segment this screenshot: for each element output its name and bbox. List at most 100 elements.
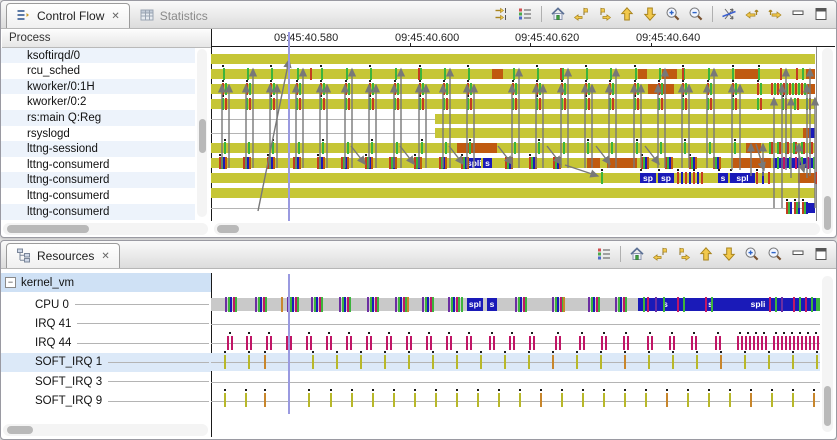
event-dot <box>248 332 250 334</box>
irq-tick <box>533 336 535 350</box>
scrollbar-thumb[interactable] <box>824 386 831 426</box>
state-segment[interactable]: spl <box>467 298 483 311</box>
tree-row[interactable]: SOFT_IRQ 3 <box>1 372 211 391</box>
irq-tick <box>737 336 739 350</box>
tree-row[interactable]: SOFT_IRQ 9 <box>1 392 211 411</box>
irq-tick <box>761 336 763 350</box>
tree-row[interactable]: SOFT_IRQ 1 <box>1 352 211 372</box>
irq-tick <box>749 336 751 350</box>
process-column-header[interactable]: Process <box>2 30 212 48</box>
softirq-tick <box>330 393 332 407</box>
tab-resources[interactable]: Resources ✕ <box>6 243 120 268</box>
tree-label: CPU 0 <box>35 298 69 311</box>
process-row[interactable]: rs:main Q:Reg <box>1 109 195 126</box>
process-list-hscrollbar[interactable] <box>3 223 208 235</box>
softirq-tick <box>504 355 506 369</box>
time-cursor[interactable] <box>288 274 290 414</box>
event-dot <box>576 351 578 353</box>
event-dot <box>468 332 470 334</box>
state-segment[interactable] <box>816 298 820 311</box>
event-dot <box>708 389 710 391</box>
process-row[interactable]: lttng-consumerd <box>1 187 195 204</box>
irq-tick <box>647 336 649 350</box>
softirq-tick <box>603 393 605 407</box>
irq-tick <box>785 336 787 350</box>
row-dash <box>74 304 209 305</box>
event-dot <box>755 332 757 334</box>
irq-tick <box>466 336 468 350</box>
event-dot <box>807 332 809 334</box>
event-dot <box>645 389 647 391</box>
event-tick <box>377 297 379 312</box>
row-dash <box>108 381 209 383</box>
process-row[interactable]: lttng-consumerd <box>1 203 195 220</box>
event-tick <box>407 297 409 312</box>
softirq-tick <box>408 355 410 369</box>
irq-tick <box>390 336 392 350</box>
close-icon[interactable]: ✕ <box>101 251 109 262</box>
tree-label: kernel_vm <box>21 276 75 289</box>
resources-icon <box>16 247 32 266</box>
scrollbar-thumb[interactable] <box>7 225 89 233</box>
collapse-icon[interactable]: − <box>5 277 16 288</box>
process-row[interactable]: ksoftirqd/0 <box>1 47 195 64</box>
process-row[interactable]: rcu_sched <box>1 63 195 80</box>
event-dot <box>603 389 605 391</box>
event-tick <box>281 297 283 312</box>
resources-chart[interactable]: splsssspli <box>211 0 837 440</box>
event-dot <box>531 332 533 334</box>
irq-tick <box>470 336 472 350</box>
irq-tick <box>493 336 495 350</box>
event-dot <box>768 351 770 353</box>
scrollbar-thumb[interactable] <box>198 119 206 153</box>
irq-tick <box>669 336 671 350</box>
process-row[interactable]: kworker/0:2 <box>1 94 195 111</box>
softirq-tick <box>248 355 250 369</box>
softirq-tick <box>813 393 815 407</box>
resources-hscrollbar[interactable] <box>3 424 208 436</box>
tree-row[interactable]: CPU 0 <box>1 295 211 314</box>
process-row[interactable]: rsyslogd <box>1 125 195 142</box>
process-row[interactable]: kworker/0:1H <box>1 78 195 95</box>
event-tick <box>799 297 801 312</box>
resources-vscrollbar[interactable] <box>822 276 833 432</box>
tab-control-flow[interactable]: Control Flow ✕ <box>6 3 130 28</box>
tree-label: IRQ 44 <box>35 337 72 350</box>
event-dot <box>336 351 338 353</box>
irq-tick <box>489 336 491 350</box>
irq-tick <box>227 336 229 350</box>
tree-row[interactable]: IRQ 41 <box>1 314 211 333</box>
process-row[interactable]: lttng-sessiond <box>1 141 195 158</box>
event-tick <box>458 297 460 312</box>
tree-row-kernel-vm[interactable]: − kernel_vm <box>1 273 211 292</box>
irq-tick <box>757 336 759 350</box>
softirq-tick <box>771 393 773 407</box>
segment-label: spl <box>468 299 482 309</box>
softirq-tick <box>264 393 266 407</box>
softirq-tick <box>477 393 479 407</box>
irq-tick <box>715 336 717 350</box>
softirq-tick <box>312 355 314 369</box>
process-row[interactable]: lttng-consumerd <box>1 172 195 189</box>
irq-tick <box>509 336 511 350</box>
state-segment[interactable]: spli <box>728 298 788 311</box>
scrollbar-thumb[interactable] <box>7 426 33 434</box>
state-segment[interactable]: s <box>487 298 497 311</box>
irq-tick <box>366 336 368 350</box>
irq-tick <box>310 336 312 350</box>
softirq-tick <box>498 393 500 407</box>
irq-tick <box>745 336 747 350</box>
process-row[interactable]: lttng-consumerd <box>1 156 195 173</box>
control-flow-icon <box>16 7 32 26</box>
event-dot <box>672 351 674 353</box>
event-tick <box>235 297 237 312</box>
event-dot <box>511 332 513 334</box>
process-list-vscrollbar[interactable] <box>197 49 207 217</box>
event-tick <box>811 297 813 312</box>
tree-row[interactable]: IRQ 44 <box>1 334 211 353</box>
event-dot <box>649 332 651 334</box>
close-icon[interactable]: ✕ <box>111 11 119 22</box>
tab-statistics[interactable]: Statistics <box>130 4 217 28</box>
softirq-tick <box>561 393 563 407</box>
irq-tick <box>651 336 653 350</box>
